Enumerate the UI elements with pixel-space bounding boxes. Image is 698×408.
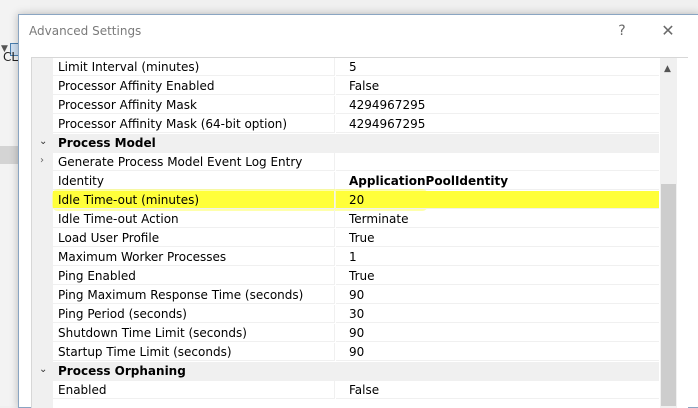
expand-chevron-icon[interactable]: ›	[40, 155, 44, 166]
property-name: Processor Affinity Enabled	[53, 77, 335, 95]
row-gutter	[32, 381, 53, 400]
property-row[interactable]: Startup Time Limit (seconds) 90	[32, 343, 659, 362]
property-value[interactable]: True	[336, 267, 659, 285]
row-gutter: ⌄	[32, 362, 53, 381]
property-value[interactable]: 4294967295	[336, 115, 659, 133]
row-gutter	[32, 191, 53, 210]
dialog-title: Advanced Settings	[29, 24, 142, 38]
property-value[interactable]: 30	[336, 305, 659, 323]
category-label: Process Model	[58, 136, 156, 150]
property-value[interactable]: True	[336, 229, 659, 247]
row-gutter	[32, 324, 53, 343]
row-gutter	[32, 267, 53, 286]
advanced-settings-dialog: Advanced Settings ? ✕ Limit Interval (mi…	[18, 14, 698, 408]
property-name: Ping Maximum Response Time (seconds)	[53, 286, 335, 304]
property-row[interactable]: Idle Time-out (minutes) 20	[32, 189, 659, 211]
property-row[interactable]: Shutdown Time Limit (seconds) 90	[32, 324, 659, 343]
property-value[interactable]: False	[336, 77, 659, 95]
row-gutter	[32, 210, 53, 229]
property-name: Shutdown Time Limit (seconds)	[53, 324, 335, 342]
property-row[interactable]: › Generate Process Model Event Log Entry	[32, 153, 659, 172]
vertical-scrollbar[interactable]: ▲	[660, 58, 677, 408]
collapse-chevron-icon[interactable]: ⌄	[39, 364, 47, 375]
property-name: Limit Interval (minutes)	[53, 58, 335, 76]
property-row[interactable]: Maximum Worker Processes 1	[32, 248, 659, 267]
property-value[interactable]: 20	[336, 191, 659, 209]
property-value[interactable]: False	[336, 381, 659, 399]
row-gutter: ⌄	[32, 134, 53, 153]
property-value[interactable]: Terminate	[336, 210, 659, 228]
row-gutter	[32, 172, 53, 191]
property-row[interactable]: Ping Maximum Response Time (seconds) 90	[32, 286, 659, 305]
property-row[interactable]: Limit Interval (minutes) 5	[32, 58, 659, 77]
row-gutter: ›	[32, 153, 53, 172]
row-gutter	[32, 286, 53, 305]
property-value[interactable]: 4294967295	[336, 96, 659, 114]
property-name: Generate Process Model Event Log Entry	[53, 153, 335, 171]
property-name: Load User Profile	[53, 229, 335, 247]
collapse-chevron-icon[interactable]: ⌄	[39, 136, 47, 147]
property-value[interactable]: 90	[336, 324, 659, 342]
row-gutter	[32, 248, 53, 267]
property-rows: Limit Interval (minutes) 5 Processor Affin…	[32, 58, 659, 400]
property-name: Identity	[53, 172, 335, 190]
property-row[interactable]: Processor Affinity Mask (64-bit option) 4…	[32, 115, 659, 134]
property-name: Processor Affinity Mask (64-bit option)	[53, 115, 335, 133]
property-row[interactable]: Ping Period (seconds) 30	[32, 305, 659, 324]
property-value[interactable]: 1	[336, 248, 659, 266]
category-row[interactable]: ⌄ Process Model	[32, 134, 659, 153]
property-name: Ping Enabled	[53, 267, 335, 285]
property-row[interactable]: Enabled False	[32, 381, 659, 400]
property-value[interactable]: 90	[336, 343, 659, 361]
property-name: Enabled	[53, 381, 335, 399]
property-row[interactable]: Processor Affinity Enabled False	[32, 77, 659, 96]
row-gutter	[32, 229, 53, 248]
property-name: Idle Time-out (minutes)	[53, 191, 335, 209]
row-gutter	[32, 305, 53, 324]
property-value[interactable]: ApplicationPoolIdentity	[336, 172, 659, 190]
property-row[interactable]: Load User Profile True	[32, 229, 659, 248]
category-row[interactable]: ⌄ Process Orphaning	[32, 362, 659, 381]
scroll-thumb[interactable]	[661, 184, 676, 406]
property-value[interactable]	[336, 153, 659, 171]
property-row[interactable]: Idle Time-out Action Terminate	[32, 210, 659, 229]
category-label: Process Orphaning	[58, 364, 186, 378]
property-name: Ping Period (seconds)	[53, 305, 335, 323]
property-grid: Limit Interval (minutes) 5 Processor Affin…	[31, 57, 688, 408]
property-row[interactable]: Ping Enabled True	[32, 267, 659, 286]
background-selection-stripe	[0, 146, 20, 164]
property-name: Processor Affinity Mask	[53, 96, 335, 114]
property-name: Idle Time-out Action	[53, 210, 335, 228]
row-gutter	[32, 77, 53, 96]
property-row[interactable]: Processor Affinity Mask 4294967295	[32, 96, 659, 115]
property-name: Startup Time Limit (seconds)	[53, 343, 335, 361]
row-gutter	[32, 343, 53, 362]
property-value[interactable]: 5	[336, 58, 659, 76]
row-gutter	[32, 115, 53, 134]
help-button[interactable]: ?	[605, 17, 639, 45]
title-bar[interactable]: Advanced Settings ? ✕	[19, 15, 698, 47]
close-button[interactable]: ✕	[651, 17, 685, 45]
row-gutter	[32, 96, 53, 115]
scroll-up-icon[interactable]: ▲	[664, 64, 671, 74]
property-value[interactable]: 90	[336, 286, 659, 304]
row-gutter	[32, 58, 53, 77]
property-name: Maximum Worker Processes	[53, 248, 335, 266]
